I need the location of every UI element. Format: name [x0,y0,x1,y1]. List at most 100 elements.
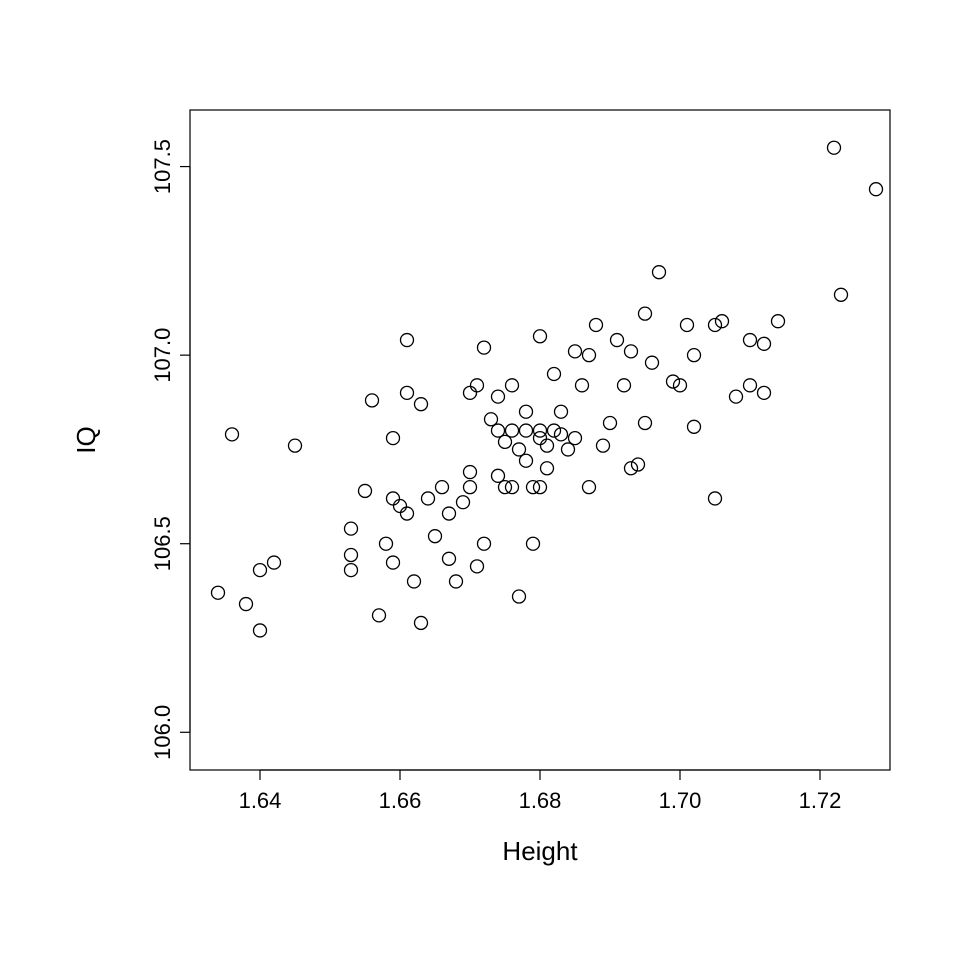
data-point [597,439,610,452]
data-point [541,439,554,452]
data-point [520,424,533,437]
data-point [226,428,239,441]
data-point [422,492,435,505]
y-tick-label: 106.0 [150,705,175,760]
plot-frame [190,110,890,770]
data-point [758,337,771,350]
data-point [366,394,379,407]
data-point [212,586,225,599]
data-point [506,379,519,392]
y-axis-label: IQ [71,426,101,453]
data-point [548,368,561,381]
data-point [681,318,694,331]
data-point [618,379,631,392]
data-point [744,379,757,392]
data-point [646,356,659,369]
y-tick-label: 107.0 [150,328,175,383]
data-point [758,386,771,399]
data-point [569,345,582,358]
data-point [506,424,519,437]
y-axis: 106.0 106.5 107.0 107.5 [150,139,190,760]
data-point [870,183,883,196]
x-tick-label: 1.68 [519,788,562,813]
data-point [527,537,540,550]
data-point [688,420,701,433]
data-point [534,424,547,437]
data-point [688,349,701,362]
data-point [387,556,400,569]
data-point [429,530,442,543]
data-point [513,443,526,456]
data-point [415,398,428,411]
data-point [541,462,554,475]
data-point [387,492,400,505]
data-point [254,564,267,577]
data-point [401,507,414,520]
data-point [569,432,582,445]
data-point [639,307,652,320]
data-point [436,481,449,494]
data-point [457,496,470,509]
data-point [345,564,358,577]
y-tick-label: 106.5 [150,516,175,571]
y-tick-label: 107.5 [150,139,175,194]
data-point [387,432,400,445]
data-point [345,522,358,535]
data-point [471,560,484,573]
data-point [499,435,512,448]
data-point [576,379,589,392]
data-point [478,341,491,354]
data-point [415,616,428,629]
data-point [345,549,358,562]
data-point [828,141,841,154]
data-point [471,379,484,392]
data-point [464,481,477,494]
data-point [534,432,547,445]
data-point [464,466,477,479]
data-point [492,390,505,403]
data-point [443,552,456,565]
data-point [562,443,575,456]
data-point [625,345,638,358]
data-point [653,266,666,279]
data-point [534,330,547,343]
data-point [478,537,491,550]
data-point [254,624,267,637]
data-point [730,390,743,403]
data-point [268,556,281,569]
data-point [520,405,533,418]
data-point [359,484,372,497]
data-point [835,288,848,301]
data-point [401,334,414,347]
x-tick-label: 1.70 [659,788,702,813]
data-point [443,507,456,520]
scatter-chart: 1.64 1.66 1.68 1.70 1.72 106.0 106.5 107.0 107.… [0,0,960,960]
x-tick-label: 1.64 [239,788,282,813]
data-point [492,469,505,482]
data-point [289,439,302,452]
data-point [611,334,624,347]
data-point [744,334,757,347]
data-point [394,500,407,513]
x-axis-label: Height [502,836,578,866]
data-point [583,349,596,362]
data-point [450,575,463,588]
data-point [240,598,253,611]
data-point [555,405,568,418]
data-point [583,481,596,494]
x-axis: 1.64 1.66 1.68 1.70 1.72 [239,770,842,813]
data-point [639,417,652,430]
data-point [408,575,421,588]
data-point [709,492,722,505]
data-point [590,318,603,331]
data-point [604,417,617,430]
data-point [373,609,386,622]
data-point [520,454,533,467]
data-point [401,386,414,399]
x-tick-label: 1.66 [379,788,422,813]
data-point [485,413,498,426]
data-point [772,315,785,328]
data-point [492,424,505,437]
data-points [212,141,883,637]
x-tick-label: 1.72 [799,788,842,813]
